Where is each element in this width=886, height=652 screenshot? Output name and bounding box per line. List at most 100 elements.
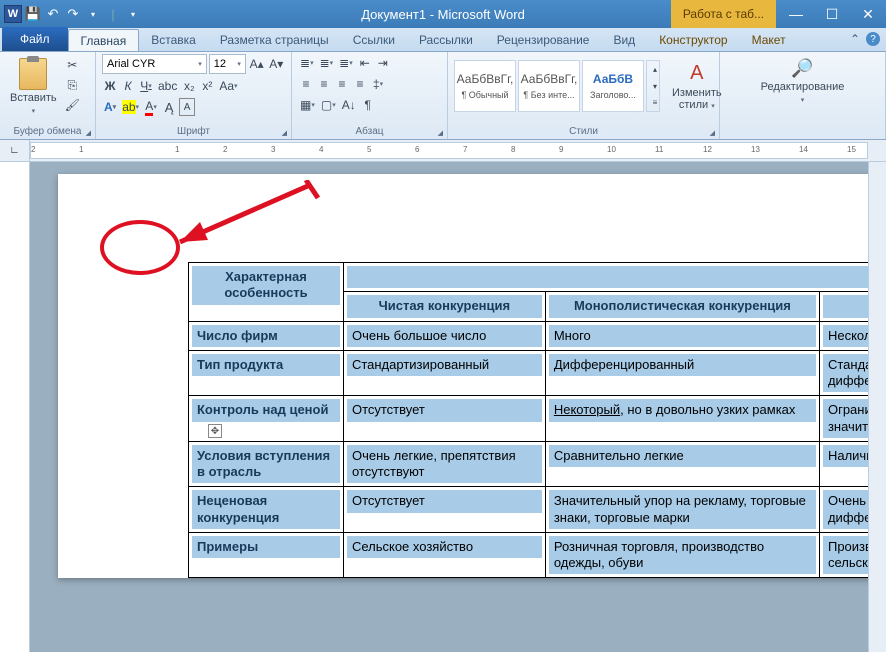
shading-icon[interactable]: ▦▾	[298, 96, 317, 114]
ruler-tick: 1	[175, 145, 179, 154]
tab-insert[interactable]: Вставка	[139, 29, 208, 51]
table-tools-tab[interactable]: Работа с таб...	[671, 0, 776, 28]
cut-icon[interactable]: ✂	[63, 56, 82, 74]
quick-access-toolbar: W 💾 ↶ ↷ ▾ | ▾	[0, 5, 142, 23]
tab-review[interactable]: Рецензирование	[485, 29, 602, 51]
minimize-button[interactable]: —	[778, 0, 814, 28]
tab-references[interactable]: Ссылки	[341, 29, 407, 51]
subscript-icon[interactable]: x₂	[181, 77, 197, 95]
row-label: Условия вступления в отрасль	[192, 445, 340, 484]
copy-icon[interactable]: ⎘	[63, 76, 82, 94]
numbering-icon[interactable]: ≣▾	[318, 54, 336, 72]
show-marks-icon[interactable]: ¶	[360, 96, 376, 114]
font-name-select[interactable]: Arial CYR▾	[102, 54, 207, 74]
text-effects-icon[interactable]: A▾	[102, 98, 118, 116]
tab-home[interactable]: Главная	[68, 29, 140, 51]
tab-view[interactable]: Вид	[601, 29, 647, 51]
style-normal[interactable]: АаБбВвГг, ¶ Обычный	[454, 60, 516, 112]
table-row[interactable]: ПримерыСельское хозяйствоРозничная торго…	[189, 532, 869, 578]
table-row[interactable]: Число фирмОчень большое числоМногоНескол…	[189, 321, 869, 350]
cell: Значительный упор на рекламу, торговые з…	[549, 490, 816, 529]
style-gallery[interactable]: АаБбВвГг, ¶ Обычный АаБбВвГг, ¶ Без инте…	[454, 60, 644, 112]
redo-icon[interactable]: ↷	[64, 5, 82, 23]
underline-icon[interactable]: Ч▾	[138, 77, 154, 95]
qat-dd-icon[interactable]: ▾	[124, 5, 142, 23]
save-icon[interactable]: 💾	[24, 5, 42, 23]
tab-table-layout[interactable]: Макет	[740, 29, 798, 51]
cell: Стандартизированный	[347, 354, 542, 376]
content-table[interactable]: Характерная особенность Моде Чистая конк…	[188, 262, 868, 578]
table-move-handle[interactable]: ✥	[208, 424, 222, 438]
minimize-ribbon-icon[interactable]: ⌃	[850, 32, 860, 46]
cell: Сельское хозяйство	[347, 536, 542, 558]
group-label-clipboard: Буфер обмена	[6, 126, 89, 139]
align-right-icon[interactable]: ≡	[334, 75, 350, 93]
undo-icon[interactable]: ↶	[44, 5, 62, 23]
tab-table-design[interactable]: Конструктор	[647, 29, 739, 51]
align-center-icon[interactable]: ≡	[316, 75, 332, 93]
tab-page-layout[interactable]: Разметка страницы	[208, 29, 341, 51]
paste-button[interactable]: Вставить▾	[6, 54, 61, 120]
tab-file[interactable]: Файл	[2, 27, 68, 51]
line-spacing-icon[interactable]: ‡▾	[370, 75, 386, 93]
multilevel-icon[interactable]: ≣▾	[337, 54, 355, 72]
editing-button[interactable]: 🔎 Редактирование▾	[726, 54, 879, 109]
ruler-tick: 2	[31, 145, 35, 154]
ruler-tick: 9	[559, 145, 563, 154]
ruler-tick: 12	[703, 145, 712, 154]
style-up-icon[interactable]: ▴	[647, 61, 663, 78]
style-heading[interactable]: АаБбВ Заголово...	[582, 60, 644, 112]
find-icon: 🔎	[791, 58, 813, 79]
strike-icon[interactable]: abc	[156, 77, 179, 95]
justify-icon[interactable]: ≡	[352, 75, 368, 93]
indent-icon[interactable]: ⇥	[375, 54, 391, 72]
font-color-icon[interactable]: A▾	[143, 98, 159, 116]
th-pure: Чистая конкуренция	[347, 295, 542, 317]
page: ✥ Характерная особенность Моде Чистая ко…	[58, 174, 868, 578]
th-mono: Монополистическая конкуренция	[549, 295, 816, 317]
qat-sep: |	[104, 5, 122, 23]
highlight-icon[interactable]: ab▾	[120, 98, 141, 116]
grow-font-icon[interactable]: A▴	[248, 55, 266, 73]
style-more-icon[interactable]: ≡	[647, 94, 663, 111]
style-no-spacing[interactable]: АаБбВвГг, ¶ Без инте...	[518, 60, 580, 112]
tab-mailings[interactable]: Рассылки	[407, 29, 485, 51]
superscript-icon[interactable]: x²	[199, 77, 215, 95]
italic-icon[interactable]: К	[120, 77, 136, 95]
document-viewport[interactable]: ✥ Характерная особенность Моде Чистая ко…	[30, 162, 868, 652]
table-row[interactable]: Контроль над ценойОтсутствуетНекоторый, …	[189, 396, 869, 442]
table-row[interactable]: Условия вступления в отрасльОчень легкие…	[189, 441, 869, 487]
vertical-scrollbar[interactable]	[868, 162, 886, 652]
change-styles-button[interactable]: A Изменить стили ▾	[668, 58, 726, 115]
font-size-select[interactable]: 12▾	[209, 54, 246, 74]
shrink-font-icon[interactable]: A▾	[267, 55, 285, 73]
close-button[interactable]: ✕	[850, 0, 886, 28]
group-label-font: Шрифт	[102, 126, 285, 139]
group-clipboard: Вставить▾ ✂ ⎘ 🖌 Буфер обмена	[0, 52, 96, 139]
char-border-icon[interactable]: A	[179, 98, 195, 116]
clear-format-icon[interactable]: Ą	[161, 98, 177, 116]
tab-stop-selector[interactable]: ∟	[0, 140, 30, 161]
word-logo-icon[interactable]: W	[4, 5, 22, 23]
vertical-ruler[interactable]	[0, 162, 30, 652]
sort-icon[interactable]: A↓	[340, 96, 358, 114]
bold-icon[interactable]: Ж	[102, 77, 118, 95]
change-case-icon[interactable]: Aa▾	[217, 77, 239, 95]
cell: Отсутствует	[347, 490, 542, 512]
maximize-button[interactable]: ☐	[814, 0, 850, 28]
ruler-tick: 2	[223, 145, 227, 154]
format-painter-icon[interactable]: 🖌	[63, 96, 82, 114]
table-row[interactable]: Неценовая конкуренцияОтсутствуетЗначител…	[189, 487, 869, 533]
cell: Отсутствует	[347, 399, 542, 421]
cell: Нескольк	[823, 325, 868, 347]
horizontal-ruler[interactable]: 211234567891011121314151617	[30, 142, 868, 159]
borders-icon[interactable]: ▢▾	[319, 96, 338, 114]
th-feature: Характерная особенность	[192, 266, 340, 305]
outdent-icon[interactable]: ⇤	[357, 54, 373, 72]
table-row[interactable]: Тип продуктаСтандартизированныйДифференц…	[189, 350, 869, 396]
style-down-icon[interactable]: ▾	[647, 78, 663, 95]
bullets-icon[interactable]: ≣▾	[298, 54, 316, 72]
align-left-icon[interactable]: ≡	[298, 75, 314, 93]
qat-more-icon[interactable]: ▾	[84, 5, 102, 23]
help-icon[interactable]: ?	[866, 32, 880, 46]
